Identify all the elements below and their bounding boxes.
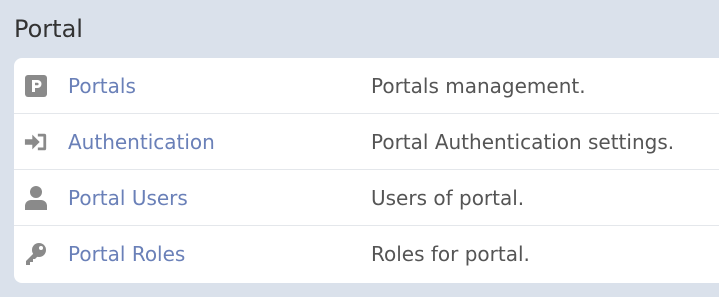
list-item-portal-users: Portal Users Users of portal. xyxy=(14,170,719,226)
list-item-authentication: Authentication Portal Authentication set… xyxy=(14,114,719,170)
portal-roles-link[interactable]: Portal Roles xyxy=(68,226,185,282)
portal-items-panel: Portals Portals management. Authenticati… xyxy=(14,58,719,283)
user-icon xyxy=(24,186,48,210)
authentication-link[interactable]: Authentication xyxy=(68,114,215,170)
parking-p-icon xyxy=(24,74,48,98)
portal-users-description: Users of portal. xyxy=(371,186,525,210)
portals-description: Portals management. xyxy=(371,74,586,98)
portal-users-link[interactable]: Portal Users xyxy=(68,170,188,226)
section-title: Portal xyxy=(14,15,83,43)
authentication-description: Portal Authentication settings. xyxy=(371,130,675,154)
list-item-portals: Portals Portals management. xyxy=(14,58,719,114)
key-icon xyxy=(24,242,48,266)
sign-in-icon xyxy=(24,130,48,154)
portals-link[interactable]: Portals xyxy=(68,58,136,114)
list-item-portal-roles: Portal Roles Roles for portal. xyxy=(14,226,719,282)
portal-roles-description: Roles for portal. xyxy=(371,242,530,266)
